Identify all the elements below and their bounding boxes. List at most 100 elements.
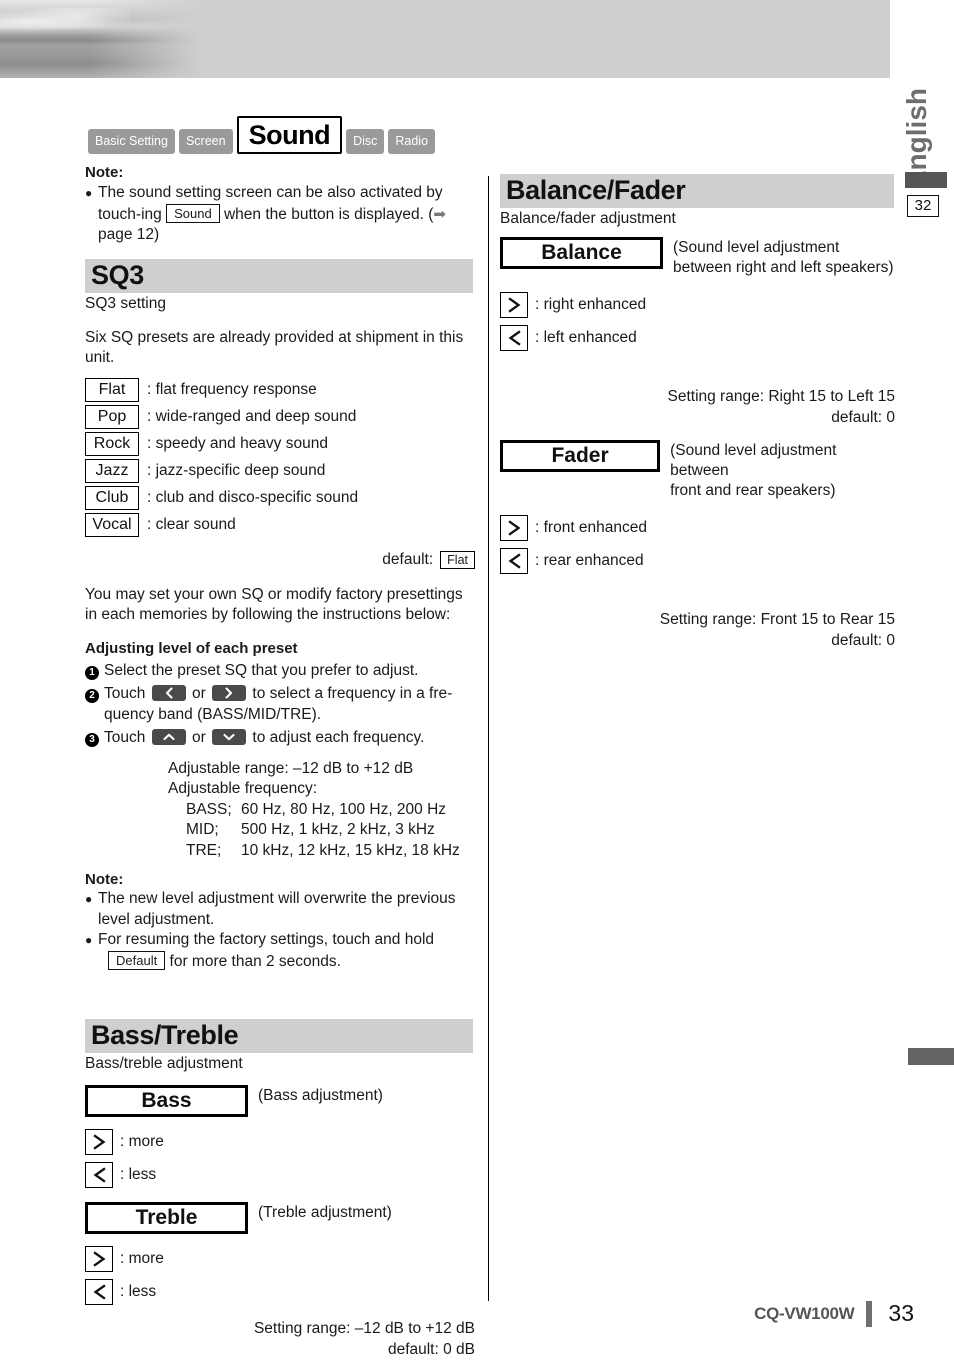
step-text: Select the preset SQ that you prefer to …: [104, 660, 475, 681]
bass-treble-range-2: default: 0 dB: [85, 1340, 475, 1360]
tab-basic-setting[interactable]: Basic Setting: [88, 129, 175, 154]
default-button-inline[interactable]: Default: [108, 951, 165, 970]
balance-left-row: : left enhanced: [500, 325, 895, 351]
greater-than-icon: [507, 520, 522, 536]
tab-radio[interactable]: Radio: [388, 129, 435, 154]
header-band: [0, 0, 890, 78]
preset-button-pop[interactable]: Pop: [85, 405, 139, 429]
adjustable-block: Adjustable range: –12 dB to +12 dB Adjus…: [85, 759, 475, 862]
fader-rear-row: : rear enhanced: [500, 548, 895, 574]
note2-item: ● The new level adjustment will overwrit…: [85, 889, 475, 930]
less-than-icon: [507, 553, 522, 569]
chevron-left-icon: [164, 687, 173, 698]
sq3-default-line: default: Flat: [85, 551, 475, 569]
footer-separator: [866, 1301, 872, 1327]
tab-sound[interactable]: Sound: [237, 116, 342, 154]
fader-row: Fader (Sound level adjustment between fr…: [500, 440, 895, 501]
fader-button[interactable]: Fader: [500, 440, 660, 472]
less-than-icon: [92, 1167, 107, 1183]
band-values: 500 Hz, 1 kHz, 2 kHz, 3 kHz: [241, 820, 435, 841]
note2-text-a: For resuming the factory settings, touch…: [98, 931, 434, 948]
treble-button[interactable]: Treble: [85, 1202, 248, 1234]
preset-desc: : club and disco-specific sound: [147, 489, 358, 507]
step-text: Touch or to adjust each frequency.: [104, 727, 475, 748]
treble-increase-button[interactable]: [85, 1246, 113, 1272]
left-column: Note: ● The sound setting screen can be …: [85, 163, 475, 1360]
preset-button-jazz[interactable]: Jazz: [85, 459, 139, 483]
preset-row: Rock : speedy and heavy sound: [85, 432, 475, 456]
balance-right-row: : right enhanced: [500, 292, 895, 318]
band-values: 10 kHz, 12 kHz, 15 kHz, 18 kHz: [241, 841, 460, 862]
preset-button-flat[interactable]: Flat: [85, 378, 139, 402]
fader-front-button[interactable]: [500, 515, 528, 541]
step-number: 2: [85, 683, 104, 725]
bass-note: (Bass adjustment): [258, 1085, 383, 1106]
balance-left-button[interactable]: [500, 325, 528, 351]
footer-model-name: CQ-VW100W: [754, 1304, 854, 1324]
bass-more-label: : more: [120, 1133, 164, 1151]
note2-text-b: for more than 2 seconds.: [170, 953, 341, 970]
tab-screen[interactable]: Screen: [179, 129, 233, 154]
chevron-right-key[interactable]: [212, 685, 246, 701]
side-index-mark: [908, 1048, 954, 1065]
right-column: Balance/Fader Balance/fader adjustment B…: [500, 174, 895, 651]
preset-desc: : jazz-specific deep sound: [147, 462, 325, 480]
frequency-row: BASS; 60 Hz, 80 Hz, 100 Hz, 200 Hz: [186, 800, 475, 821]
preset-desc: : speedy and heavy sound: [147, 435, 328, 453]
fader-rear-button[interactable]: [500, 548, 528, 574]
fader-range-2: default: 0: [500, 631, 895, 652]
balance-note-line1: (Sound level adjustment: [673, 238, 894, 258]
preset-button-vocal[interactable]: Vocal: [85, 513, 139, 537]
balance-row: Balance (Sound level adjustment between …: [500, 237, 895, 278]
step-number: 1: [85, 660, 104, 681]
chevron-up-key[interactable]: [152, 729, 186, 745]
balance-right-button[interactable]: [500, 292, 528, 318]
note-text-c: page 12): [98, 226, 159, 243]
fader-range-1: Setting range: Front 15 to Rear 15: [500, 610, 895, 631]
step3-text-b: to adjust each frequency.: [252, 729, 424, 746]
greater-than-icon: [92, 1134, 107, 1150]
default-value-flat: Flat: [440, 551, 475, 569]
balance-note-line2: between right and left speakers): [673, 258, 894, 278]
preset-button-rock[interactable]: Rock: [85, 432, 139, 456]
step-3: 3 Touch or to adjust each frequency.: [85, 727, 475, 748]
step3-or: or: [192, 729, 206, 746]
section-subtitle-balance-fader: Balance/fader adjustment: [500, 209, 895, 229]
balance-right-label: : right enhanced: [535, 296, 646, 314]
header-photo: [0, 0, 200, 78]
treble-more-label: : more: [120, 1250, 164, 1268]
treble-note: (Treble adjustment): [258, 1202, 392, 1223]
note2-item-text: The new level adjustment will overwrite …: [98, 889, 475, 930]
step3-text-a: Touch: [104, 729, 145, 746]
preset-row: Flat : flat frequency response: [85, 378, 475, 402]
band-label: BASS;: [186, 800, 241, 821]
bass-increase-button[interactable]: [85, 1129, 113, 1155]
preset-button-club[interactable]: Club: [85, 486, 139, 510]
treble-less-label: : less: [120, 1283, 156, 1301]
bass-more-row: : more: [85, 1129, 475, 1155]
footer-page-number: 33: [888, 1300, 914, 1327]
step-text: Touch or to select a frequency in a fre-…: [104, 683, 475, 725]
sound-button-inline[interactable]: Sound: [166, 204, 220, 223]
fader-note-line2: front and rear speakers): [670, 481, 895, 501]
section-title-sq3: SQ3: [85, 259, 473, 293]
balance-range-2: default: 0: [500, 408, 895, 429]
footer: CQ-VW100W 33: [0, 1300, 914, 1327]
chevron-down-key[interactable]: [212, 729, 246, 745]
balance-button[interactable]: Balance: [500, 237, 663, 269]
chevron-left-key[interactable]: [152, 685, 186, 701]
less-than-icon: [92, 1284, 107, 1300]
tab-bar: Basic Setting Screen Sound Disc Radio: [88, 116, 435, 154]
sq3-intro: Six SQ presets are already provided at s…: [85, 328, 475, 369]
less-than-icon: [507, 330, 522, 346]
preset-row: Club : club and disco-specific sound: [85, 486, 475, 510]
note-text-b: when the button is displayed. (: [224, 206, 433, 223]
tab-disc[interactable]: Disc: [346, 129, 384, 154]
page-marker-number: 32: [907, 195, 939, 217]
note2-item: ● For resuming the factory settings, tou…: [85, 930, 475, 972]
column-divider: [488, 176, 489, 1301]
preset-row: Pop : wide-ranged and deep sound: [85, 405, 475, 429]
bass-button[interactable]: Bass: [85, 1085, 248, 1117]
bass-decrease-button[interactable]: [85, 1162, 113, 1188]
section-title-bass-treble: Bass/Treble: [85, 1019, 473, 1053]
